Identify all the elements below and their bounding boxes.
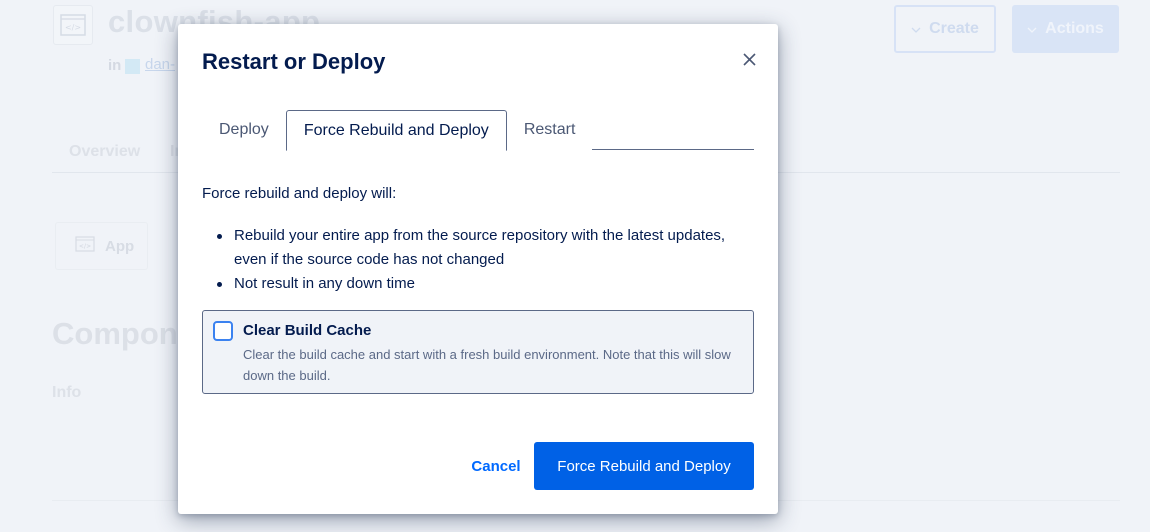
close-icon (742, 53, 756, 71)
tab-deploy[interactable]: Deploy (202, 110, 286, 150)
app-component-card[interactable]: </> App (55, 222, 148, 270)
clear-build-cache-option[interactable]: Clear Build Cache Clear the build cache … (202, 310, 754, 394)
restart-or-deploy-modal: Restart or Deploy Deploy Force Rebuild a… (178, 24, 778, 514)
tab-overview[interactable]: Overview (69, 143, 140, 161)
force-rebuild-and-deploy-button[interactable]: Force Rebuild and Deploy (534, 442, 754, 490)
tab-force-rebuild-and-deploy[interactable]: Force Rebuild and Deploy (285, 110, 507, 151)
clear-build-cache-description: Clear the build cache and start with a f… (243, 347, 731, 383)
close-button[interactable] (739, 52, 759, 72)
svg-text:</>: </> (65, 23, 81, 32)
list-item: Not result in any down time (202, 272, 732, 296)
team-link[interactable]: dan- (145, 56, 175, 73)
create-button-label: Create (929, 20, 979, 37)
info-label: Info (52, 384, 82, 401)
create-button[interactable]: Create (894, 5, 996, 53)
app-code-icon: </> (75, 236, 95, 256)
team-icon (125, 59, 140, 74)
modal-title: Restart or Deploy (202, 49, 386, 74)
cancel-button[interactable]: Cancel (460, 442, 532, 490)
app-card-label: App (105, 237, 135, 255)
chevron-down-icon (911, 20, 921, 38)
clear-build-cache-checkbox[interactable] (213, 321, 233, 341)
clear-build-cache-label: Clear Build Cache (243, 322, 372, 339)
chevron-down-icon (1027, 20, 1037, 38)
list-item: Rebuild your entire app from the source … (202, 224, 732, 272)
in-label: in (108, 57, 122, 74)
actions-button-label: Actions (1045, 20, 1104, 37)
modal-tabs: Deploy Force Rebuild and Deploy Restart (202, 110, 754, 151)
effects-list: Rebuild your entire app from the source … (202, 224, 732, 296)
svg-text:</>: </> (79, 243, 91, 250)
page: </> clownfish-app in dan- Create Actions… (0, 0, 1150, 532)
actions-button[interactable]: Actions (1012, 5, 1119, 53)
tab-restart[interactable]: Restart (506, 110, 593, 150)
intro-text: Force rebuild and deploy will: (202, 185, 397, 202)
app-code-icon: </> (53, 5, 93, 45)
